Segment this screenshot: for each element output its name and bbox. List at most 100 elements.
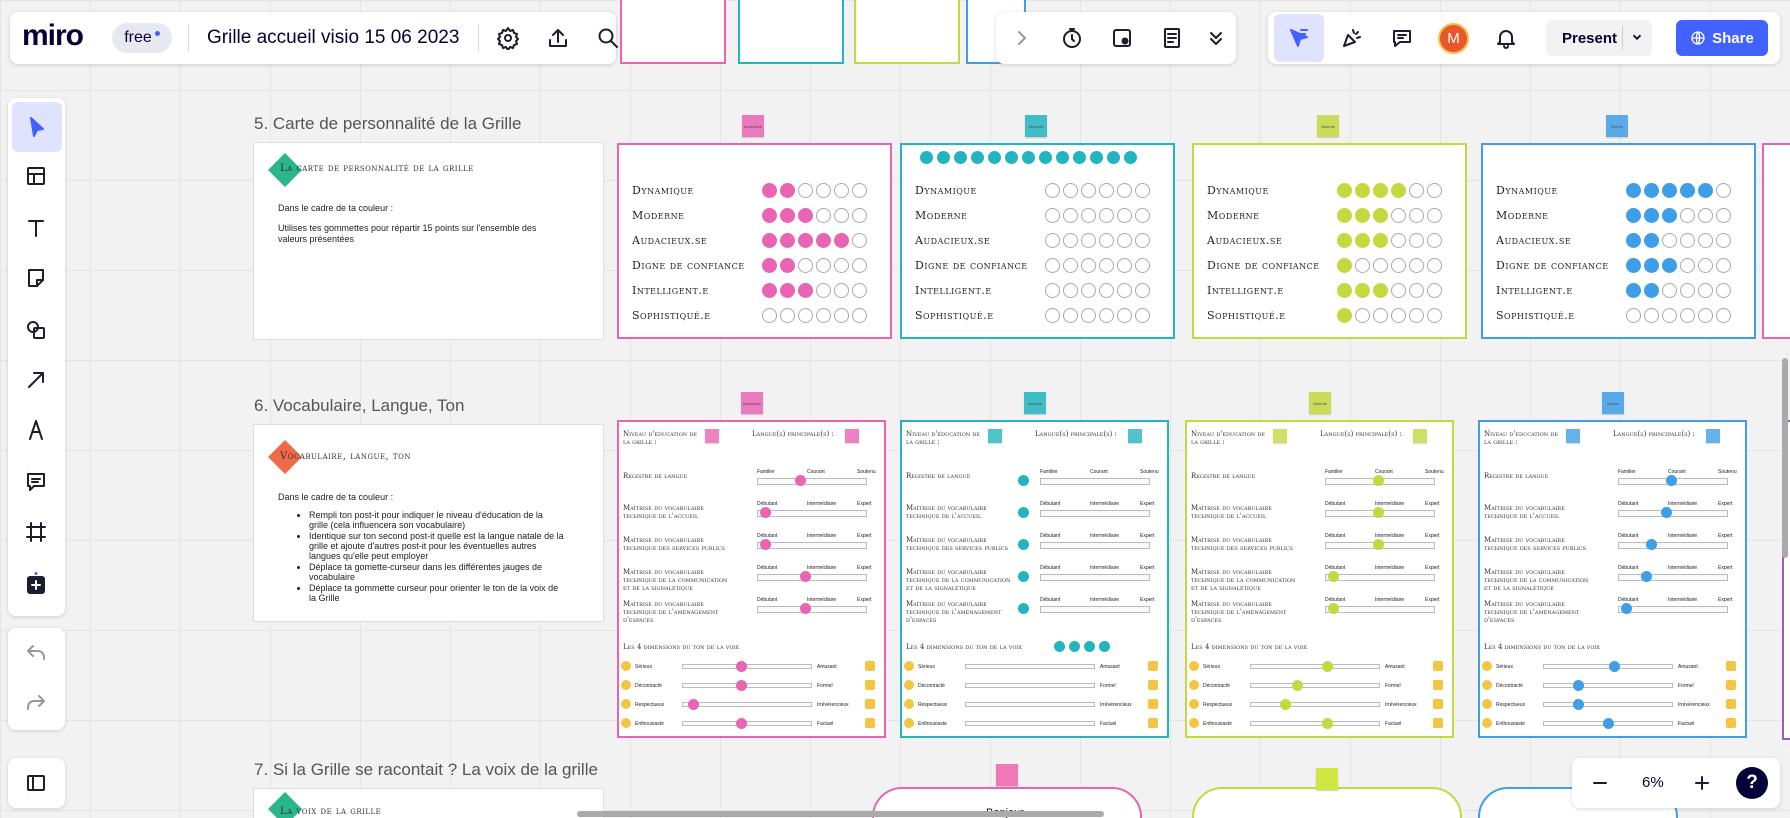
gommette[interactable] bbox=[920, 151, 933, 164]
rating-dot-empty[interactable] bbox=[1409, 258, 1424, 273]
rating-dot-filled[interactable] bbox=[1626, 233, 1641, 248]
tone-slider[interactable] bbox=[1543, 664, 1673, 669]
slider-knob[interactable] bbox=[1646, 539, 1657, 550]
tone-slider[interactable] bbox=[682, 683, 812, 688]
vocab-slider[interactable] bbox=[757, 478, 867, 485]
chevron-down-icon[interactable] bbox=[1630, 30, 1644, 44]
rating-dot-filled[interactable] bbox=[1644, 233, 1659, 248]
sidebar-toggle-icon[interactable] bbox=[16, 763, 56, 803]
card-toggle-icon[interactable] bbox=[1102, 18, 1142, 58]
rating-dot-empty[interactable] bbox=[1427, 308, 1442, 323]
rating-dot-empty[interactable] bbox=[1698, 283, 1713, 298]
rating-dot-empty[interactable] bbox=[1135, 208, 1150, 223]
rating-dot-empty[interactable] bbox=[1716, 308, 1731, 323]
rating-dot-empty[interactable] bbox=[1716, 233, 1731, 248]
gommette[interactable] bbox=[1022, 151, 1035, 164]
tone-knob[interactable] bbox=[1280, 699, 1291, 710]
gommette[interactable] bbox=[937, 151, 950, 164]
rating-dot-empty[interactable] bbox=[834, 208, 849, 223]
rating-dot-empty[interactable] bbox=[816, 183, 831, 198]
rating-dot-filled[interactable] bbox=[1662, 258, 1677, 273]
rating-dot-empty[interactable] bbox=[1716, 258, 1731, 273]
rating-dot-filled[interactable] bbox=[1644, 258, 1659, 273]
rating-dot-empty[interactable] bbox=[1391, 308, 1406, 323]
language-sticky[interactable] bbox=[1128, 429, 1142, 443]
vocab-slider[interactable] bbox=[1325, 606, 1435, 613]
rating-dot-empty[interactable] bbox=[816, 308, 831, 323]
rating-dot-filled[interactable] bbox=[762, 258, 777, 273]
rating-dot-empty[interactable] bbox=[1099, 208, 1114, 223]
rating-dot-empty[interactable] bbox=[1063, 283, 1078, 298]
rating-dot-empty[interactable] bbox=[1117, 283, 1132, 298]
rating-dot-filled[interactable] bbox=[1337, 283, 1352, 298]
rating-dot-filled[interactable] bbox=[1391, 183, 1406, 198]
rating-dot-filled[interactable] bbox=[780, 258, 795, 273]
rating-dot-filled[interactable] bbox=[1626, 208, 1641, 223]
vocab-slider[interactable] bbox=[1618, 606, 1728, 613]
rating-dot-empty[interactable] bbox=[852, 183, 867, 198]
slider-knob[interactable] bbox=[800, 571, 811, 582]
tone-knob[interactable] bbox=[1322, 718, 1333, 729]
rating-dot-empty[interactable] bbox=[1427, 283, 1442, 298]
rating-dot-empty[interactable] bbox=[816, 258, 831, 273]
rating-dot-filled[interactable] bbox=[1355, 208, 1370, 223]
tone-slider[interactable] bbox=[965, 683, 1095, 688]
rating-dot-filled[interactable] bbox=[1698, 183, 1713, 198]
help-button[interactable]: ? bbox=[1736, 767, 1768, 799]
undo-icon[interactable] bbox=[16, 634, 56, 674]
rating-dot-empty[interactable] bbox=[1373, 308, 1388, 323]
rating-dot-empty[interactable] bbox=[1355, 308, 1370, 323]
tone-slider[interactable] bbox=[1250, 721, 1380, 726]
rating-dot-filled[interactable] bbox=[798, 283, 813, 298]
board-canvas[interactable]: 5. Carte de personnalité de la Grille 6.… bbox=[0, 0, 1790, 818]
vocab-slider[interactable] bbox=[757, 606, 867, 613]
rating-dot-filled[interactable] bbox=[780, 283, 795, 298]
slider-knob[interactable] bbox=[1018, 571, 1029, 582]
rating-dot-filled[interactable] bbox=[1355, 283, 1370, 298]
rating-dot-filled[interactable] bbox=[1626, 258, 1641, 273]
rating-dot-empty[interactable] bbox=[1373, 258, 1388, 273]
board-title[interactable]: Grille accueil visio 15 06 2023 bbox=[207, 27, 459, 49]
rating-dot-empty[interactable] bbox=[1081, 208, 1096, 223]
rating-dot-empty[interactable] bbox=[1099, 258, 1114, 273]
vocab-slider[interactable] bbox=[757, 542, 867, 549]
rating-dot-empty[interactable] bbox=[1045, 208, 1060, 223]
slider-knob[interactable] bbox=[760, 539, 771, 550]
rating-dot-empty[interactable] bbox=[1409, 308, 1424, 323]
rating-dot-empty[interactable] bbox=[1081, 308, 1096, 323]
rating-dot-empty[interactable] bbox=[1662, 308, 1677, 323]
rating-dot-empty[interactable] bbox=[1427, 183, 1442, 198]
slider-knob[interactable] bbox=[1328, 603, 1339, 614]
rating-dot-empty[interactable] bbox=[852, 308, 867, 323]
rating-dot-filled[interactable] bbox=[1337, 308, 1352, 323]
rating-dot-empty[interactable] bbox=[1135, 308, 1150, 323]
rating-dot-empty[interactable] bbox=[1135, 283, 1150, 298]
search-icon[interactable] bbox=[588, 18, 628, 58]
rating-dot-empty[interactable] bbox=[1427, 233, 1442, 248]
rating-dot-filled[interactable] bbox=[1373, 283, 1388, 298]
rating-dot-filled[interactable] bbox=[780, 183, 795, 198]
sticky-note[interactable]: Mélanie bbox=[1024, 392, 1046, 414]
rating-dot-filled[interactable] bbox=[1662, 183, 1677, 198]
tone-knob[interactable] bbox=[736, 718, 747, 729]
rating-dot-empty[interactable] bbox=[1680, 283, 1695, 298]
rating-dot-filled[interactable] bbox=[1337, 258, 1352, 273]
vertical-scrollbar[interactable] bbox=[1782, 358, 1788, 558]
double-chevron-down-icon[interactable] bbox=[1196, 18, 1236, 58]
rating-dot-empty[interactable] bbox=[852, 283, 867, 298]
rating-dot-empty[interactable] bbox=[1698, 208, 1713, 223]
rating-dot-empty[interactable] bbox=[1698, 258, 1713, 273]
notes-icon[interactable] bbox=[1152, 18, 1192, 58]
tone-knob[interactable] bbox=[688, 699, 699, 710]
vocab-slider[interactable] bbox=[1618, 574, 1728, 581]
gommette[interactable] bbox=[1005, 151, 1018, 164]
sticky-note[interactable] bbox=[1316, 768, 1338, 790]
gommette[interactable] bbox=[988, 151, 1001, 164]
rating-dot-filled[interactable] bbox=[834, 233, 849, 248]
shapes-icon[interactable] bbox=[16, 310, 56, 350]
vocab-slider[interactable] bbox=[757, 510, 867, 517]
tone-slider[interactable] bbox=[682, 664, 812, 669]
rating-dot-empty[interactable] bbox=[1081, 183, 1096, 198]
rating-dot-empty[interactable] bbox=[1117, 258, 1132, 273]
rating-dot-filled[interactable] bbox=[1644, 283, 1659, 298]
